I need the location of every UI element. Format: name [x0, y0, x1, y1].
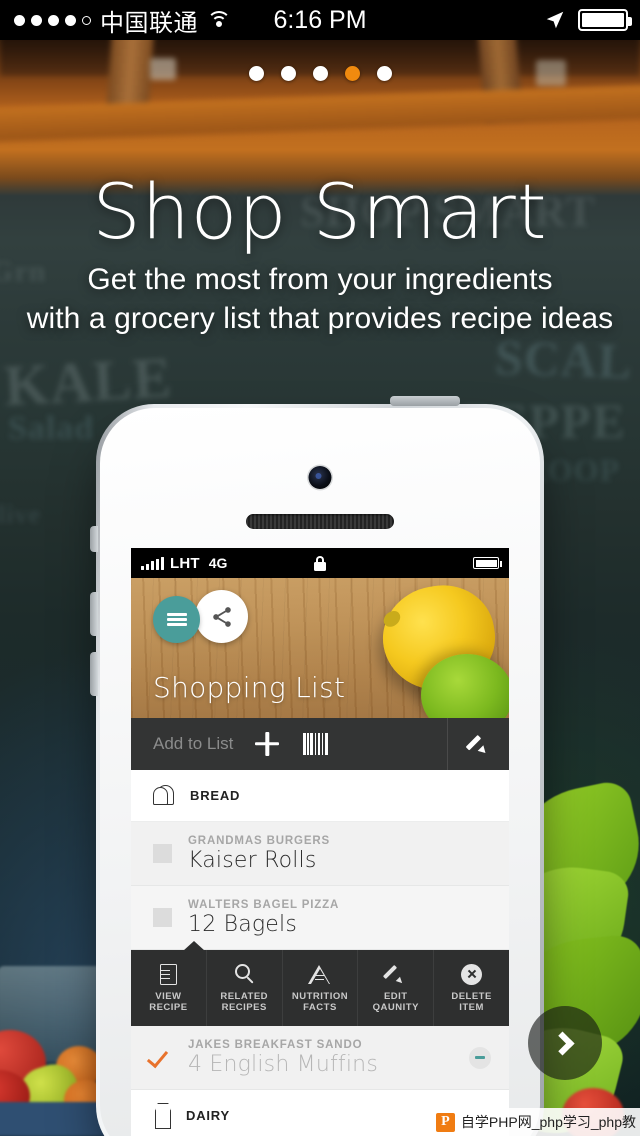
phone-screen: LHT 4G Shopping List Add to List BREAD G…: [131, 548, 509, 1136]
triangle-chart-icon: [308, 963, 331, 986]
lock-icon: [314, 555, 326, 571]
remove-item-button[interactable]: [469, 1046, 491, 1069]
hero-copy: Shop Smart Get the most from your ingred…: [0, 172, 640, 339]
action-label-line1: VIEW: [155, 990, 182, 1002]
shopping-list: BREAD GRANDMAS BURGERS Kaiser Rolls WALT…: [131, 770, 509, 1136]
action-label-line1: EDIT: [383, 990, 408, 1002]
volume-down-button: [90, 652, 98, 696]
watermark: P 自学PHP网_php学习_php教: [429, 1108, 640, 1136]
document-icon: [157, 963, 180, 986]
chalk-word: alive: [0, 500, 41, 529]
edit-list-button[interactable]: [447, 718, 509, 770]
hero-subtitle-line1: Get the most from your ingredients: [87, 262, 553, 296]
hamburger-menu-icon: [166, 611, 187, 629]
item-checkbox[interactable]: [153, 908, 172, 927]
action-label-line2: FACTS: [303, 1002, 337, 1013]
action-delete-item[interactable]: DELETE ITEM: [434, 950, 509, 1026]
plus-icon[interactable]: [255, 732, 279, 756]
app-screen: Grn KALE Salad SCAL PEPPE ROOP SHOP SMAR…: [0, 0, 640, 1136]
add-to-list-input[interactable]: Add to List: [153, 734, 233, 754]
action-label-line1: DELETE: [451, 990, 492, 1002]
device-status-bar: 中国联通 6:16 PM: [0, 0, 640, 40]
volume-up-button: [90, 592, 98, 636]
hamburger-menu-button[interactable]: [153, 596, 200, 643]
app-header-photo: Shopping List: [131, 578, 509, 718]
item-subtitle: WALTERS BAGEL PIZZA: [188, 898, 340, 911]
item-subtitle: JAKES BREAKFAST SANDO: [188, 1038, 363, 1051]
category-label: DAIRY: [186, 1108, 230, 1123]
chalk-word: Salad: [8, 410, 95, 447]
battery-icon: [473, 557, 502, 569]
item-action-bar: VIEW RECIPE RELATED RECIPES NUTRITION FA…: [131, 941, 509, 1026]
share-button[interactable]: [195, 590, 248, 643]
app-network-label: 4G: [208, 555, 228, 571]
page-dot-5[interactable]: [376, 66, 392, 81]
phone-mockup: LHT 4G Shopping List Add to List BREAD G…: [90, 396, 544, 1136]
action-label-line2: ITEM: [459, 1002, 484, 1013]
action-edit-quantity[interactable]: EDIT QAUNITY: [358, 950, 435, 1026]
page-dot-2[interactable]: [280, 66, 296, 81]
close-circle-icon: [460, 963, 483, 986]
page-dot-3[interactable]: [312, 66, 328, 81]
action-related-recipes[interactable]: RELATED RECIPES: [207, 950, 283, 1026]
next-button[interactable]: [528, 1006, 602, 1080]
add-to-list-toolbar: Add to List: [131, 718, 509, 770]
action-label-line2: RECIPES: [221, 1002, 267, 1013]
item-name: 12 Bagels: [188, 911, 297, 937]
action-label-line1: NUTRITION: [291, 990, 349, 1002]
list-item-checked[interactable]: JAKES BREAKFAST SANDO 4 English Muffins: [131, 1026, 509, 1090]
action-nutrition-facts[interactable]: NUTRITION FACTS: [283, 950, 359, 1026]
app-carrier-label: LHT: [170, 554, 200, 572]
earpiece-speaker: [246, 514, 394, 529]
item-checkmark[interactable]: [146, 1045, 172, 1071]
app-title: Shopping List: [153, 671, 346, 704]
barcode-icon[interactable]: [303, 733, 329, 755]
search-icon: [233, 963, 256, 986]
hero-subtitle-line2: with a grocery list that provides recipe…: [26, 302, 614, 336]
bread-icon: [153, 784, 177, 807]
list-item[interactable]: GRANDMAS BURGERS Kaiser Rolls: [131, 822, 509, 886]
item-checkbox[interactable]: [153, 844, 172, 863]
category-header-bread[interactable]: BREAD: [131, 770, 509, 822]
clock-label: 6:16 PM: [273, 5, 367, 34]
action-label-line2: QAUNITY: [372, 1002, 419, 1013]
signal-strength-icon: [141, 556, 164, 570]
action-label-line2: RECIPE: [149, 1002, 188, 1013]
item-subtitle: GRANDMAS BURGERS: [188, 834, 331, 847]
category-label: BREAD: [190, 788, 241, 803]
item-name: 4 English Muffins: [188, 1051, 378, 1077]
action-label-line1: RELATED: [220, 990, 269, 1002]
power-button: [390, 396, 460, 406]
front-camera: [308, 466, 332, 489]
chevron-right-icon: [549, 1030, 575, 1056]
watermark-text: 自学PHP网_php学习_php教: [460, 1114, 636, 1130]
page-indicator[interactable]: [0, 66, 640, 81]
app-status-bar: LHT 4G: [131, 548, 509, 578]
battery-icon: [578, 9, 632, 31]
mute-switch: [90, 526, 98, 552]
page-dot-1[interactable]: [248, 66, 264, 81]
watermark-logo: P: [435, 1112, 455, 1132]
pencil-icon: [383, 963, 407, 986]
pencil-icon: [465, 733, 490, 756]
share-icon: [212, 606, 231, 627]
page-title: Shop Smart: [92, 167, 548, 256]
milk-carton-icon: [153, 1102, 173, 1129]
action-view-recipe[interactable]: VIEW RECIPE: [131, 950, 207, 1026]
item-name: Kaiser Rolls: [188, 847, 317, 873]
page-dot-4-active[interactable]: [344, 66, 360, 81]
